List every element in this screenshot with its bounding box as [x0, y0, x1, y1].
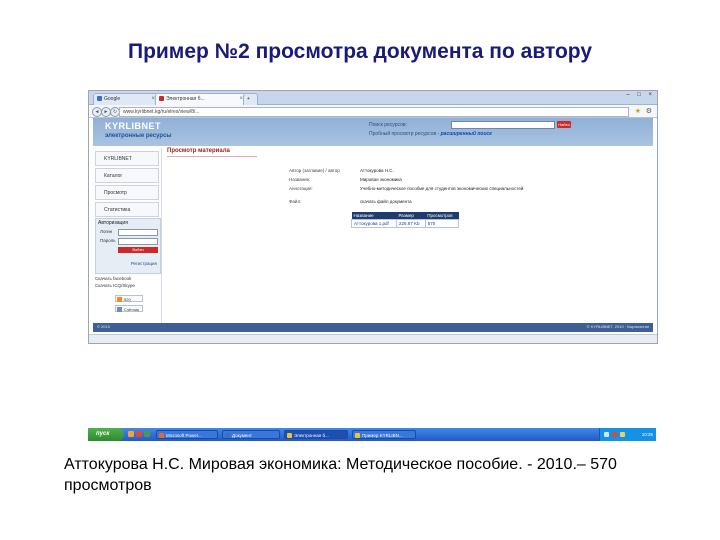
- view-count: 570: [424, 219, 460, 228]
- sidebar-item-statistics[interactable]: Статистика: [95, 202, 159, 217]
- site-logo-subtitle: электронные ресурсы: [105, 133, 172, 139]
- search-button[interactable]: Найти: [557, 121, 571, 128]
- clock: 10:35: [641, 432, 653, 437]
- tab-bar: Google × Электронная б... × + – □ ×: [89, 91, 657, 105]
- password-label: Пароль: [100, 238, 116, 243]
- file-name-link[interactable]: Аттокурова 1.pdf: [351, 219, 397, 228]
- powerpoint-icon: [159, 433, 164, 438]
- tab-label: Электронная б...: [166, 96, 205, 102]
- column-header: Название: [351, 212, 397, 220]
- table-header-row: Название Размер Просмотров: [351, 212, 459, 220]
- visit-counter: Счётчик: [115, 305, 143, 312]
- files-table: Название Размер Просмотров Аттокурова 1.…: [351, 212, 460, 228]
- site-header: KYRLIBNET электронные ресурсы Поиск ресу…: [93, 118, 653, 146]
- web-page: KYRLIBNET электронные ресурсы Поиск ресу…: [89, 118, 657, 334]
- login-input[interactable]: [118, 229, 158, 236]
- table-row: Аттокурова 1.pdf 226.87 Kb 570: [351, 219, 460, 228]
- browser-icon: [355, 433, 360, 438]
- system-tray: 10:35: [599, 428, 656, 441]
- visit-counter: 520: [115, 295, 143, 302]
- tab-library[interactable]: Электронная б... ×: [155, 93, 246, 105]
- counter-icon: [117, 307, 122, 312]
- column-header: Размер: [396, 212, 426, 220]
- tab-label: Google: [104, 96, 121, 102]
- google-favicon-icon: [97, 96, 102, 101]
- advanced-search-link[interactable]: расширенный поиск: [441, 131, 492, 137]
- sidebar: KYRLIBNET Каталог Просмотр Статистика Ав…: [93, 148, 162, 328]
- search-input[interactable]: [451, 121, 555, 129]
- quicklaunch-folder-icon[interactable]: [128, 431, 134, 437]
- meta-value: Аттокурова Н.С.: [360, 168, 394, 173]
- status-bar: [89, 334, 657, 343]
- antivirus-icon[interactable]: [612, 432, 617, 437]
- url-input[interactable]: www.kyrlibnet.kg/ru/elres/view/8/...: [119, 107, 629, 117]
- library-favicon-icon: [159, 96, 164, 101]
- meta-value: Мировая экономика: [360, 177, 402, 182]
- new-tab-button[interactable]: +: [243, 93, 258, 105]
- network-icon[interactable]: [604, 432, 609, 437]
- slide-caption: Аттокурова Н.С. Мировая экономика: Метод…: [64, 456, 617, 494]
- word-icon: [225, 433, 230, 438]
- taskbar-item-powerpoint[interactable]: Microsoft Power...: [156, 430, 218, 439]
- stats-line[interactable]: Скачать facebook: [95, 276, 131, 281]
- meta-label: Файл:: [289, 199, 302, 204]
- stats-line[interactable]: Скачать ICQ/Skype: [95, 283, 135, 288]
- download-link[interactable]: скачать файл документа: [360, 199, 412, 204]
- login-button[interactable]: Войти: [118, 247, 158, 253]
- browser-icon: [287, 433, 292, 438]
- page-title: Просмотр материала: [167, 148, 230, 154]
- window-controls[interactable]: – □ ×: [626, 92, 655, 98]
- quicklaunch-browser-icon[interactable]: [136, 431, 142, 437]
- taskbar-item-example[interactable]: Пример KYRLIBN...: [352, 430, 416, 439]
- taskbar: пуск Microsoft Power... Документ Электро…: [88, 428, 656, 441]
- main-content: Просмотр материала Автор (заглавие) / ав…: [165, 148, 653, 328]
- meta-label: Название:: [289, 177, 311, 182]
- advanced-search-line: Пробный просмотр ресурсов - расширенный …: [369, 131, 492, 137]
- password-input[interactable]: [118, 238, 158, 245]
- register-link[interactable]: Регистрация: [131, 261, 157, 266]
- volume-icon[interactable]: [620, 432, 625, 437]
- file-size: 226.87 Kb: [395, 219, 426, 228]
- site-logo[interactable]: KYRLIBNET: [105, 121, 161, 131]
- task-label: Microsoft Power...: [166, 433, 202, 438]
- auth-title: Авторизация: [98, 220, 128, 226]
- counter-value: Счётчик: [124, 307, 140, 312]
- auth-box: Авторизация Логин Пароль Войти Регистрац…: [95, 218, 161, 274]
- slide-title: Пример №2 просмотра документа по автору: [127, 40, 593, 63]
- footer-right: © KYRLIBNET, 2010 · Кыргызстан: [586, 324, 649, 329]
- task-label: Документ: [232, 433, 252, 438]
- login-label: Логин: [100, 229, 113, 234]
- advanced-prefix: Пробный просмотр ресурсов -: [369, 131, 440, 137]
- settings-wrench-icon[interactable]: ⚙: [646, 107, 652, 115]
- tab-google[interactable]: Google ×: [93, 93, 158, 105]
- address-bar: ◄ ► ↻ www.kyrlibnet.kg/ru/elres/view/8/.…: [89, 105, 657, 118]
- task-label: Электронная б...: [294, 433, 329, 438]
- counter-value: 520: [124, 297, 131, 302]
- quicklaunch-media-icon[interactable]: [144, 431, 150, 437]
- task-label: Пример KYRLIBN...: [362, 433, 403, 438]
- sidebar-item-catalog[interactable]: Каталог: [95, 168, 159, 183]
- bookmark-star-icon[interactable]: ★: [635, 107, 641, 115]
- taskbar-item-document[interactable]: Документ: [222, 430, 280, 439]
- footer-left: © 2010: [97, 324, 110, 329]
- meta-label: Аннотация:: [289, 186, 313, 191]
- sidebar-item-view[interactable]: Просмотр: [95, 185, 159, 200]
- search-label: Поиск ресурсов:: [369, 122, 407, 128]
- column-header: Просмотров: [425, 212, 459, 220]
- title-divider: [167, 156, 257, 157]
- counter-icon: [117, 297, 122, 302]
- taskbar-item-library[interactable]: Электронная б...: [284, 430, 348, 439]
- browser-window: Google × Электронная б... × + – □ × ◄ ► ↻ …: [88, 90, 658, 344]
- start-button[interactable]: пуск: [88, 428, 124, 441]
- site-footer: © 2010 © KYRLIBNET, 2010 · Кыргызстан: [93, 323, 653, 332]
- sidebar-item-kyrlibnet[interactable]: KYRLIBNET: [95, 151, 159, 166]
- meta-label: Автор (заглавие) / автор: [289, 168, 340, 173]
- meta-value: Учебно-методическое пособие для студенто…: [360, 186, 524, 191]
